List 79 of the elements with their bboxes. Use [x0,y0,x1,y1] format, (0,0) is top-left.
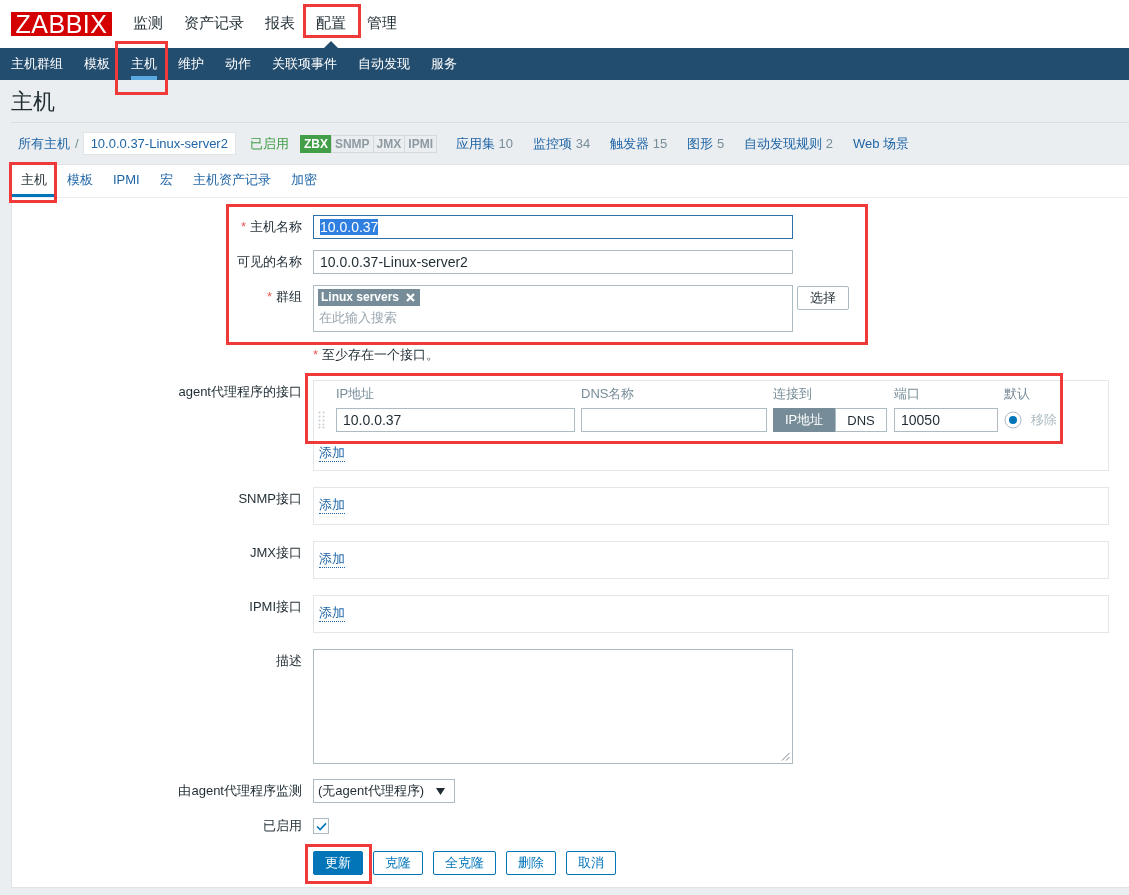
group-multiselect[interactable]: Linux servers 在此输入搜索 [313,285,793,332]
port-field[interactable]: 10050 [894,408,998,432]
subnav-item[interactable]: 自动发现 [358,48,410,80]
page-title: 主机 [11,80,1129,123]
subnav-item[interactable]: 服务 [431,48,457,80]
breadcrumb-link[interactable]: Web 场景 [852,134,910,153]
toggle-button[interactable]: IP地址 [773,408,836,432]
field-label: agent代理程序的接口 [178,383,302,401]
subnav-item[interactable]: 模板 [84,48,110,80]
availability-badge: IPMI [404,134,437,153]
group-tag[interactable]: Linux servers [318,289,421,306]
breadcrumb-current-host[interactable]: 10.0.0.37-Linux-server2 [82,132,236,155]
form-button[interactable]: 取消 [566,851,616,875]
main-menu-item[interactable]: 监测 [133,0,163,48]
enabled-checkbox[interactable] [313,818,329,834]
field-label: 可见的名称 [237,253,302,271]
required-mark: * [266,288,272,306]
form-button[interactable]: 删除 [506,851,556,875]
breadcrumb-link[interactable]: 所有主机 [18,134,70,153]
field-label: 描述 [276,652,302,670]
tab[interactable]: IPMI [103,165,150,197]
radio-button[interactable] [1004,411,1022,429]
tab[interactable]: 加密 [280,165,327,197]
breadcrumb-link[interactable]: 应用集 10 [455,134,514,153]
availability-badge: SNMP [330,134,374,153]
ip-field[interactable]: 10.0.0.37 [336,408,575,432]
text-field[interactable]: 10.0.0.37-Linux-server2 [313,250,793,274]
field-label: 已启用 [263,817,302,835]
dns-field[interactable] [581,408,767,432]
column-header: 默认 [1004,385,1031,403]
subnav-item[interactable]: 维护 [178,48,204,80]
column-header: 连接到 [773,385,813,403]
description-field[interactable] [313,649,793,764]
form-button[interactable]: 更新 [313,851,363,875]
main-menu-item[interactable]: 报表 [265,0,295,48]
field-label: JMX接口 [250,544,302,562]
breadcrumb-separator: / [75,136,79,151]
add-link[interactable]: 添加 [319,605,345,622]
availability-badge: ZBX [299,134,332,153]
subnav-item[interactable]: 动作 [225,48,251,80]
breadcrumb-link[interactable]: 触发器 15 [610,134,668,153]
required-mark: * [240,218,246,236]
field-label: 主机名称 [250,218,302,236]
required-mark: * [313,346,319,364]
breadcrumb-link[interactable]: 监控项 34 [533,134,591,153]
remove-icon[interactable] [406,293,416,302]
column-header: 端口 [894,385,921,403]
text-field[interactable]: 10.0.0.37 [313,215,793,239]
main-menu-item[interactable]: 管理 [367,0,397,48]
add-link[interactable]: 添加 [319,551,345,568]
subnav-item[interactable]: 主机 [131,48,157,80]
main-menu-item[interactable]: 配置 [316,0,346,48]
breadcrumb-link[interactable]: 自动发现规则 2 [744,134,833,153]
subnav-item[interactable]: 关联项事件 [272,48,337,80]
add-link[interactable]: 添加 [319,445,345,462]
proxy-select[interactable]: (无agent代理程序) [313,779,456,803]
field-label: 由agent代理程序监测 [178,782,302,800]
field-label: 群组 [276,288,302,306]
form-button[interactable]: 全克隆 [433,851,496,875]
hint-text: 至少存在一个接口。 [322,346,440,364]
field-label: IPMI接口 [249,598,302,616]
add-link[interactable]: 添加 [319,497,345,514]
column-header: DNS名称 [581,385,636,403]
tab[interactable]: 主机资产记录 [182,165,281,197]
form-button[interactable]: 克隆 [373,851,423,875]
main-menu-item[interactable]: 资产记录 [184,0,244,48]
column-header: IP地址 [336,385,376,403]
breadcrumb-link[interactable]: 图形 5 [687,134,725,153]
tab[interactable]: 宏 [149,165,183,197]
select-button[interactable]: 选择 [797,286,849,310]
tab[interactable]: 模板 [57,165,103,197]
subnav-item[interactable]: 主机群组 [11,48,63,80]
checkmark-icon [315,821,327,831]
toggle-button[interactable]: DNS [835,408,887,432]
logo[interactable]: ZABBIX [11,12,112,36]
caret-icon [436,787,446,795]
resize-grip-icon[interactable] [781,752,790,761]
field-label: SNMP接口 [238,490,302,508]
drag-handle-icon[interactable] [318,411,325,429]
